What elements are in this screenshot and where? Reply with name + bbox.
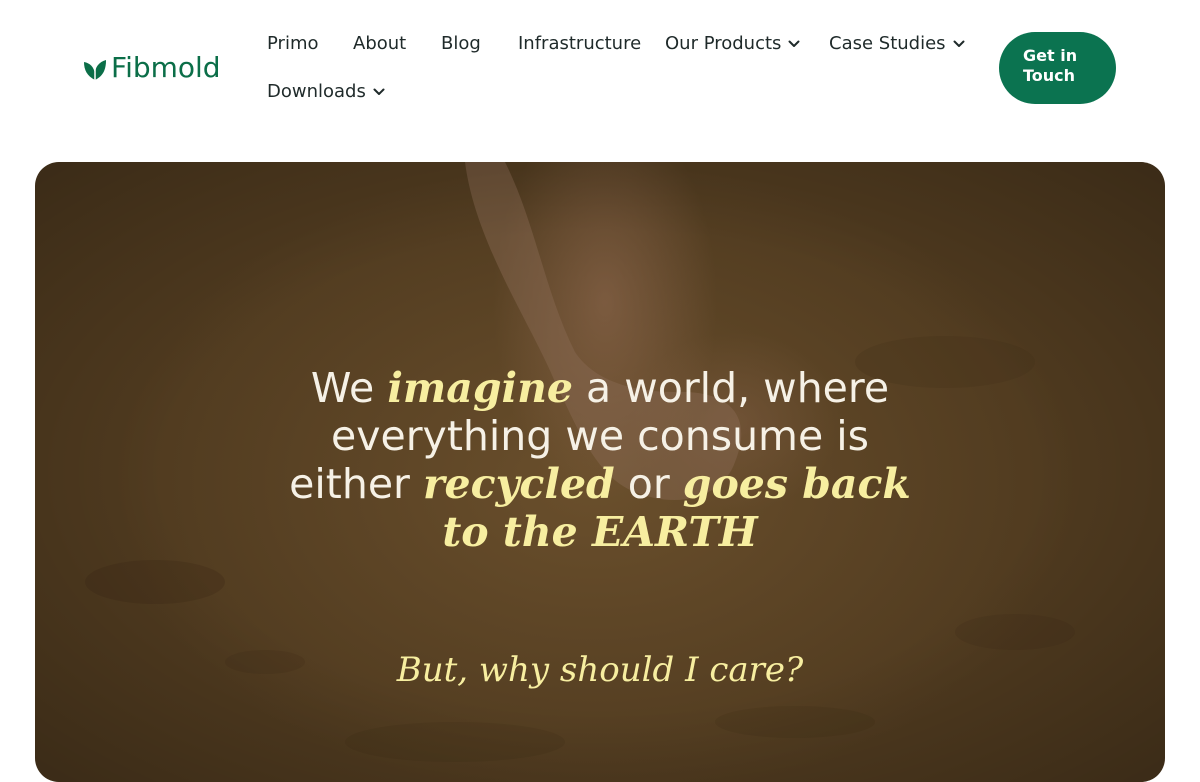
nav-item-about[interactable]: About [353, 32, 406, 56]
nav-item-label: Blog [441, 33, 481, 54]
hero-banner: We imagine a world, where everything we … [35, 162, 1165, 782]
brand-name: Fibmold [111, 51, 221, 84]
nav-item-downloads[interactable]: Downloads [267, 80, 386, 104]
get-in-touch-button[interactable]: Get in Touch [999, 32, 1116, 104]
site-header: Fibmold Primo About Blog Infrastructure … [0, 0, 1200, 140]
chevron-down-icon [373, 88, 385, 95]
nav-item-label: About [353, 33, 407, 54]
nav-item-blog[interactable]: Blog [441, 32, 481, 56]
chevron-down-icon [788, 40, 800, 47]
nav-item-case-studies[interactable]: Case Studies [829, 32, 966, 56]
nav-item-infrastructure[interactable]: Infrastructure [518, 32, 641, 56]
leaf-logo-icon [84, 60, 106, 80]
nav-item-label: Downloads [267, 81, 366, 102]
chevron-down-icon [953, 40, 965, 47]
brand-logo[interactable]: Fibmold [83, 50, 221, 86]
headline-emphasis: recycled [422, 460, 615, 508]
nav-item-our-products[interactable]: Our Products [665, 32, 801, 56]
nav-item-label: Infrastructure [518, 33, 642, 54]
nav-item-label: Our Products [665, 33, 782, 54]
hero-question: But, why should I care? [396, 650, 804, 690]
headline-text: We [310, 364, 375, 412]
hero-headline: We imagine a world, where everything we … [285, 364, 915, 556]
headline-emphasis: imagine [387, 364, 573, 412]
headline-text: or [627, 460, 670, 508]
nav-item-label: Case Studies [829, 33, 946, 54]
nav-item-primo[interactable]: Primo [267, 32, 319, 56]
nav-item-label: Primo [267, 33, 319, 54]
